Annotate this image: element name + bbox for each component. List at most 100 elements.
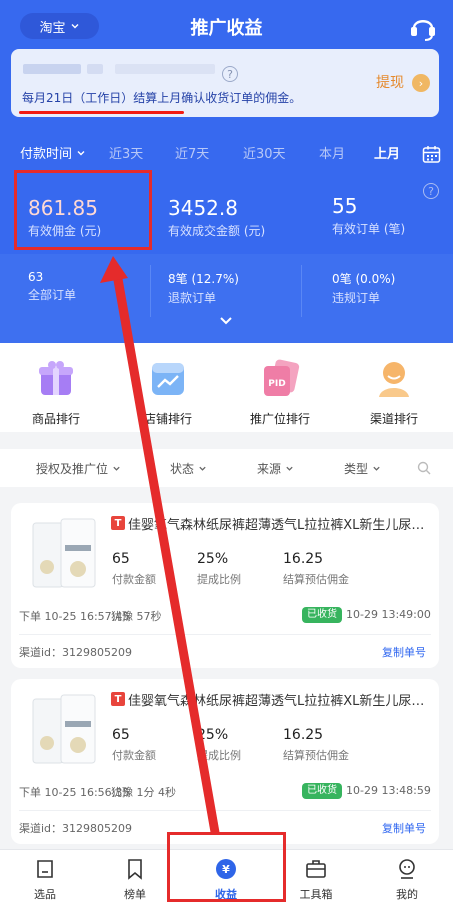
- filter-type[interactable]: 类型: [344, 460, 381, 477]
- filter-label: 授权及推广位: [36, 462, 109, 476]
- nav-profile[interactable]: 我的: [362, 850, 452, 902]
- stat-label: 有效订单 (笔): [332, 222, 406, 236]
- kv-value: 65: [112, 727, 130, 743]
- hesitation-time: 犹豫 1分 4秒: [111, 786, 176, 799]
- stat-label: 有效成交金额 (元): [168, 224, 266, 238]
- tab-last-7-days[interactable]: 近7天: [175, 143, 209, 162]
- tab-label: 付款时间: [20, 147, 73, 162]
- select-product-icon: [37, 860, 53, 878]
- shortcut-shop-ranking[interactable]: 店铺排行: [113, 357, 223, 427]
- filter-source[interactable]: 来源: [257, 460, 294, 477]
- divider: [301, 265, 302, 317]
- copy-order-number-button[interactable]: 复制单号: [382, 644, 426, 660]
- stat-valid-amount: 3452.8 有效成交金额 (元): [168, 196, 265, 239]
- hesitation-time: 犹豫 57秒: [111, 610, 162, 623]
- status-badge: 已收货: [302, 783, 342, 799]
- tab-last-month[interactable]: 上月: [374, 143, 400, 162]
- toolbox-icon: [306, 860, 326, 878]
- customer-service-icon[interactable]: [405, 12, 441, 42]
- withdraw-button[interactable]: 提现: [376, 72, 404, 92]
- red-underline-annotation: [19, 111, 184, 114]
- kv-label: 提成比例: [197, 573, 241, 586]
- expand-chevron-icon[interactable]: [218, 315, 234, 327]
- filter-label: 类型: [344, 462, 369, 476]
- settlement-notice-text: 每月21日（工作日）结算上月确认收货订单的佣金。: [22, 91, 302, 105]
- shortcut-product-ranking[interactable]: 商品排行: [1, 357, 111, 427]
- product-thumbnail: [32, 518, 96, 588]
- calendar-icon[interactable]: [422, 145, 441, 164]
- kv-label: 提成比例: [197, 749, 241, 762]
- stats-help-icon[interactable]: ?: [423, 183, 439, 199]
- copy-order-number-button[interactable]: 复制单号: [382, 820, 426, 836]
- blurred-account-info: [23, 64, 81, 74]
- shortcut-label: 店铺排行: [143, 412, 192, 426]
- stat-value: 3452.8: [168, 196, 238, 220]
- kv-value: 16.25: [283, 727, 324, 743]
- kv-value: 25%: [197, 727, 229, 743]
- pid-card-icon: PID: [264, 359, 300, 396]
- gift-box-icon: [39, 361, 73, 395]
- substat-refund-orders[interactable]: 8笔 (12.7%) 退款订单: [168, 270, 239, 306]
- order-card[interactable]: T 佳婴氧气森林纸尿裤超薄透气L拉拉裤XL新生儿尿不湿 65 付款金额 25% …: [11, 503, 439, 668]
- shortcut-label: 推广位排行: [249, 412, 310, 426]
- divider: [19, 634, 431, 635]
- substat-label: 全部订单: [28, 288, 77, 302]
- withdraw-arrow-icon[interactable]: ›: [412, 74, 430, 92]
- tab-last-3-days[interactable]: 近3天: [109, 143, 143, 162]
- person-icon: [379, 362, 409, 397]
- estimated-commission: 16.25 结算预估佣金: [283, 551, 349, 587]
- filter-label: 来源: [257, 462, 282, 476]
- substat-violation-orders[interactable]: 0笔 (0.0%) 违规订单: [332, 270, 395, 306]
- search-icon[interactable]: [417, 461, 431, 475]
- chevron-down-icon: [286, 466, 293, 471]
- channel-id: 渠道id：3129805209: [19, 646, 133, 659]
- stat-valid-orders: 55 有效订单 (笔): [332, 194, 405, 237]
- channel-id: 渠道id：3129805209: [19, 822, 133, 835]
- chevron-down-icon: [113, 466, 120, 471]
- shortcut-channel-ranking[interactable]: 渠道排行: [339, 357, 449, 427]
- ranking-shortcuts: 商品排行 店铺排行 PID 推广位排行 渠道排行: [0, 343, 453, 432]
- order-filter-bar: 授权及推广位 状态 来源 类型: [0, 449, 453, 487]
- shop-chart-icon: [152, 363, 184, 395]
- substat-value: 8笔 (12.7%): [168, 272, 239, 286]
- kv-value: 65: [112, 551, 130, 567]
- status-badge: 已收货: [302, 607, 342, 623]
- help-icon[interactable]: ?: [222, 66, 238, 82]
- tab-this-month[interactable]: 本月: [319, 143, 345, 162]
- settle-time: 10-29 13:48:59: [346, 784, 431, 797]
- substat-label: 退款订单: [168, 291, 217, 305]
- order-card[interactable]: T 佳婴氧气森林纸尿裤超薄透气L拉拉裤XL新生儿尿不湿 65 付款金额 25% …: [11, 679, 439, 844]
- shortcut-pid-ranking[interactable]: PID 推广位排行: [225, 357, 335, 427]
- estimated-commission: 16.25 结算预估佣金: [283, 727, 349, 763]
- divider: [150, 265, 151, 317]
- settlement-notice: ? 每月21日（工作日）结算上月确认收货订单的佣金。 提现 ›: [11, 49, 439, 117]
- chevron-down-icon: [373, 466, 380, 471]
- header-panel: 淘宝 推广收益 ? 每月21日（工作日）结算上月确认收货订单的佣金。 提现 › …: [0, 0, 453, 343]
- shortcut-label: 商品排行: [31, 412, 80, 426]
- chevron-down-icon: [199, 466, 206, 471]
- pay-amount: 65 付款金额: [112, 551, 156, 587]
- kv-value: 16.25: [283, 551, 324, 567]
- profile-icon: [399, 859, 415, 879]
- stat-value: 55: [332, 194, 358, 218]
- tab-last-30-days[interactable]: 近30天: [243, 143, 286, 162]
- time-filter-tabs: 付款时间 近3天 近7天 近30天 本月 上月: [0, 143, 453, 165]
- kv-label: 付款金额: [112, 573, 156, 586]
- kv-label: 结算预估佣金: [283, 749, 349, 762]
- red-box-annotation: [167, 832, 286, 902]
- substat-all-orders[interactable]: 63 全部订单: [28, 270, 76, 303]
- settle-time: 10-29 13:49:00: [346, 608, 431, 621]
- pay-amount: 65 付款金额: [112, 727, 156, 763]
- shortcut-label: 渠道排行: [369, 412, 418, 426]
- tab-payment-time[interactable]: 付款时间: [20, 143, 86, 162]
- blurred-account-info: [115, 64, 215, 74]
- filter-status[interactable]: 状态: [170, 460, 207, 477]
- red-box-annotation: [14, 170, 152, 250]
- kv-value: 25%: [197, 551, 229, 567]
- substat-value: 0笔 (0.0%): [332, 272, 396, 286]
- nav-label: 我的: [396, 888, 418, 901]
- nav-select-product[interactable]: 选品: [0, 850, 90, 902]
- filter-auth-pid[interactable]: 授权及推广位: [36, 460, 121, 477]
- blurred-account-info: [87, 64, 103, 74]
- substat-value: 63: [28, 270, 44, 284]
